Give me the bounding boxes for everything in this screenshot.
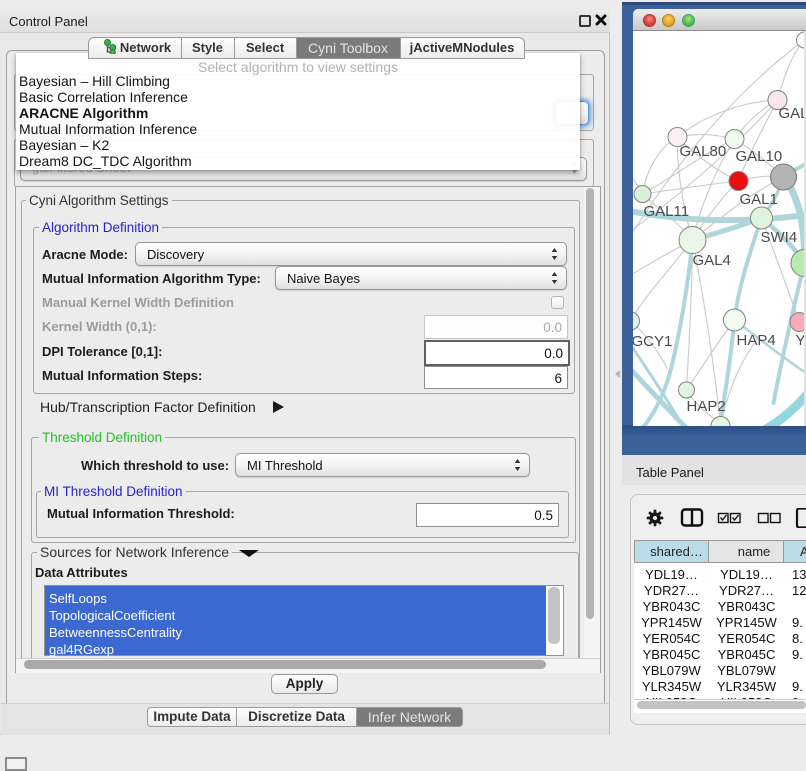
svg-text:SWI4: SWI4: [761, 229, 798, 246]
svg-text:GAL2: GAL2: [779, 105, 806, 122]
svg-text:GAL4: GAL4: [693, 252, 731, 269]
svg-text:HAP4: HAP4: [737, 332, 776, 349]
svg-text:HAP2: HAP2: [687, 398, 726, 415]
svg-text:GCY1: GCY1: [633, 333, 672, 350]
svg-text:GAL11: GAL11: [644, 203, 690, 220]
svg-text:GAL80: GAL80: [680, 143, 727, 160]
svg-text:GAL10: GAL10: [736, 148, 783, 165]
svg-text:GAL1: GAL1: [740, 191, 778, 208]
